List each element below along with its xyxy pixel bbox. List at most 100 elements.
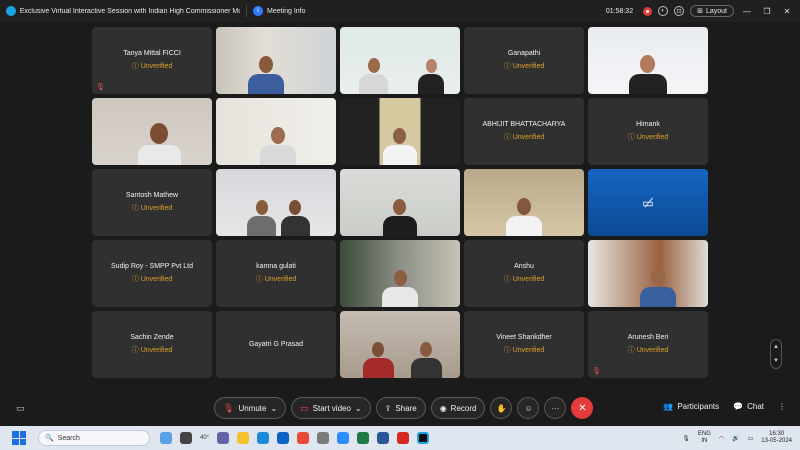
participant-video-tile[interactable] [92,98,212,165]
participant-name: Ganapathi [507,50,541,57]
participant-name: Sachin Zende [130,334,174,341]
layout-icon: ⊞ [697,8,703,15]
participants-button[interactable]: 👥 Participants [663,402,719,411]
outlook-icon[interactable] [277,432,290,444]
participant-tile-camera-off[interactable]: ▭̸ [588,169,708,236]
edge-icon[interactable] [257,432,270,444]
zoom-icon[interactable] [337,432,350,444]
more-options-button[interactable]: ··· [544,397,567,419]
unverified-label: Unverified [512,133,545,141]
participant-video-tile[interactable] [340,27,460,94]
reactions-button[interactable]: ☺ [517,397,540,419]
microphone-muted-icon: 🎙 [592,368,601,375]
unmute-button[interactable]: 🎙 Unmute ⌄ [214,397,287,419]
copilot-icon[interactable] [160,432,172,444]
meeting-info-button[interactable]: i Meeting Info [253,6,306,16]
share-label: Share [395,403,417,413]
captions-icon[interactable]: ▭ [16,403,25,414]
battery-icon[interactable]: ▭ [748,435,754,442]
teams-icon[interactable] [217,432,230,444]
record-icon: ◉ [439,403,447,413]
shield-icon[interactable]: ◐ [658,6,669,16]
participant-video-person [418,59,445,94]
unverified-label: Unverified [140,346,173,354]
taskbar-clock[interactable]: 16:30 13-05-2024 [761,431,792,445]
excel-icon[interactable] [357,432,370,444]
participant-video-tile[interactable] [340,311,460,378]
participant-video-tile[interactable] [340,169,460,236]
start-video-button[interactable]: ▭ Start video ⌄ [291,397,371,419]
participant-video-tile[interactable] [588,27,708,94]
scroll-down-icon[interactable]: ▼ [773,358,779,364]
side-panel-buttons: 👥 Participants 💬 Chat ⋮ [663,402,786,411]
speaker-icon[interactable]: 🔊 [732,435,739,442]
unverified-badge: ⓘ Unverified [504,345,545,355]
participant-tile[interactable]: ABHIJIT BHATTACHARYA ⓘ Unverified [464,98,584,165]
participant-tile[interactable]: Tanya Mittal FICCI ⓘ Unverified 🎙 [92,27,212,94]
windows-start-icon[interactable] [12,431,26,445]
participant-name: Vineet Shankdher [496,334,552,341]
maximize-button[interactable]: ❐ [760,7,774,16]
system-tray: 🎙 ENG IN ◠ 🔊 ▭ 16:30 13-05-2024 [682,431,800,445]
chrome-icon[interactable] [297,432,310,444]
minimize-button[interactable]: — [740,7,754,16]
share-button[interactable]: ⇪ Share [375,397,426,419]
acrobat-icon[interactable] [397,432,410,444]
info-circle-icon: ⓘ [131,205,139,212]
language-indicator[interactable]: ENG IN [698,431,711,445]
word-icon[interactable] [377,432,390,444]
grid-scroller[interactable]: ▲ ▼ [770,339,782,369]
participants-icon: 👥 [663,402,674,411]
participant-video-tile[interactable] [340,240,460,307]
participant-video-tile[interactable] [216,169,336,236]
fullscreen-icon[interactable]: ⊡ [674,6,685,16]
more-vertical-icon[interactable]: ⋮ [778,402,786,411]
participant-tile[interactable]: Anshu ⓘ Unverified [464,240,584,307]
share-icon: ⇪ [384,403,392,413]
participant-video-person [359,58,388,94]
participant-video-tile[interactable] [340,98,460,165]
participant-tile[interactable]: Arunesh Beri ⓘ Unverified 🎙 [588,311,708,378]
start-video-label: Start video [312,403,351,413]
raise-hand-button[interactable]: ✋ [490,397,513,419]
wifi-icon[interactable]: ◠ [719,435,724,442]
participant-tile[interactable]: Vineet Shankdher ⓘ Unverified [464,311,584,378]
weather-widget[interactable]: 40° [200,435,209,441]
chevron-down-icon[interactable]: ⌄ [355,404,362,413]
unmute-label: Unmute [238,403,267,413]
chat-button[interactable]: 💬 Chat [733,402,764,411]
participant-name: Santosh Mathew [125,192,179,199]
info-circle-icon: ⓘ [503,347,511,354]
unverified-badge: ⓘ Unverified [628,132,669,142]
participant-video-tile[interactable] [588,240,708,307]
leave-meeting-button[interactable]: ✕ [571,397,594,419]
unverified-label: Unverified [512,346,545,354]
taskbar-search[interactable]: 🔍 Search [38,430,150,446]
language-code: ENG [697,431,711,437]
participant-video-tile[interactable] [216,98,336,165]
close-window-button[interactable]: ✕ [780,7,794,16]
file-explorer-icon[interactable] [237,432,250,444]
microphone-tray-icon[interactable]: 🎙 [682,435,690,442]
task-view-icon[interactable] [180,432,192,444]
participant-video-tile[interactable] [216,27,336,94]
participant-tile[interactable]: Himank ⓘ Unverified [588,98,708,165]
layout-button[interactable]: ⊞ Layout [690,5,734,17]
region-code: IN [701,438,708,444]
participant-name: Arunesh Beri [627,334,669,341]
app-icon[interactable] [317,432,330,444]
scroll-up-icon[interactable]: ▲ [773,344,779,350]
record-button[interactable]: ◉ Record [430,397,486,419]
participant-name: Anshu [514,263,534,270]
participant-tile[interactable]: Gayatri G Prasad [216,311,336,378]
participant-tile[interactable]: Sachin Zende ⓘ Unverified [92,311,212,378]
participant-name: Sudip Roy - SMPP Pvt Ltd [111,263,193,270]
participant-video-tile[interactable] [464,169,584,236]
webex-taskbar-icon[interactable] [417,432,430,444]
meeting-info-label: Meeting Info [267,7,306,15]
participant-tile[interactable]: kamna gulati ⓘ Unverified [216,240,336,307]
chevron-down-icon[interactable]: ⌄ [270,404,277,413]
participant-tile[interactable]: Ganapathi ⓘ Unverified [464,27,584,94]
participant-tile[interactable]: Santosh Mathew ⓘ Unverified [92,169,212,236]
participant-tile[interactable]: Sudip Roy - SMPP Pvt Ltd ⓘ Unverified [92,240,212,307]
